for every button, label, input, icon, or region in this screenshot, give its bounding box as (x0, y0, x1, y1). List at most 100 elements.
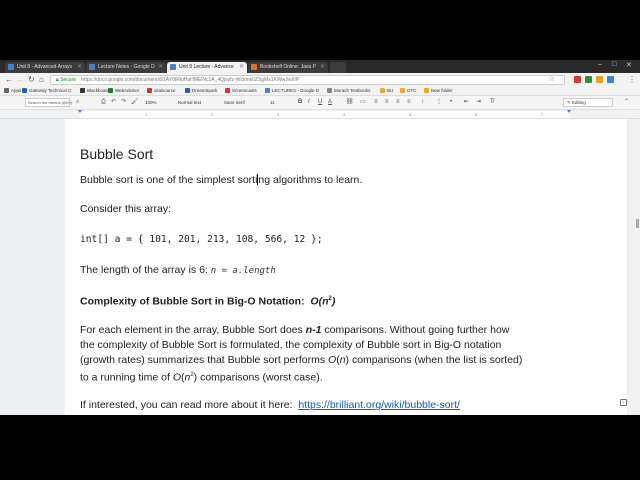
scrollbar-thumb[interactable] (636, 219, 639, 228)
address-toolbar: ← → ↻ ⌂ 🔒︎ Secure https://docs.google.co… (0, 73, 640, 87)
collapse-icon[interactable]: ⌃ (624, 99, 629, 106)
tab-close-icon[interactable]: ✕ (239, 63, 244, 70)
font-size-select[interactable]: 11 (270, 99, 275, 106)
forward-icon[interactable]: → (16, 75, 24, 85)
code-line: int[] a = { 101, 201, 213, 108, 566, 12 … (80, 234, 323, 245)
menu-icon[interactable]: ⋮ (628, 75, 636, 85)
extension-icon[interactable] (607, 76, 614, 83)
bookmark-favicon-icon (147, 88, 152, 93)
tab-unit9-lecture[interactable]: Unit 9 Lecture - Advance ✕ (167, 62, 247, 73)
explore-icon[interactable]: + (620, 399, 627, 406)
ruler-margin-area (80, 111, 570, 118)
style-select[interactable]: Normal text (178, 99, 201, 106)
bookmark-star-icon[interactable]: ☆ (548, 74, 555, 83)
bookmark-item[interactable]: WebAdvisor (108, 88, 139, 93)
vertical-scrollbar[interactable] (629, 119, 640, 415)
brilliant-link[interactable]: https://brilliant.org/wiki/bubble-sort/ (298, 399, 460, 411)
tab-lecture-notes[interactable]: Lecture Notes - Google D ✕ (86, 62, 166, 73)
search-icon[interactable]: ⌕ (76, 99, 79, 106)
justify-icon[interactable]: ≡ (407, 99, 411, 106)
menu-search-input[interactable]: Search the menus (Alt+/) (25, 98, 72, 107)
url-text: https://docs.google.com/document/d/1AY0t… (81, 77, 300, 83)
extension-icon[interactable] (585, 76, 592, 83)
bookmark-item[interactable]: DreamSpark (185, 88, 217, 93)
tab-favicon-icon (251, 64, 257, 70)
bookmark-item[interactable]: Gateway Technical C (22, 88, 71, 93)
align-right-icon[interactable]: ≡ (396, 99, 400, 106)
bookmark-item[interactable]: Screencasts (225, 88, 257, 93)
ruler-tick: 7 (541, 112, 544, 117)
bulleted-list-icon[interactable]: • (450, 99, 452, 106)
numbered-list-icon[interactable]: ⋮ (436, 99, 442, 106)
address-bar[interactable]: 🔒︎ Secure https://docs.google.com/docume… (50, 75, 565, 85)
bookmark-label: WebAdvisor (115, 88, 140, 93)
document-page[interactable]: Bubble Sort Bubble sort is one of the si… (65, 119, 627, 415)
align-center-icon[interactable]: ≡ (385, 99, 389, 106)
left-indent-marker-icon[interactable] (78, 110, 82, 113)
reload-icon[interactable]: ↻ (28, 75, 35, 85)
new-tab-button[interactable] (330, 62, 346, 73)
underline-icon[interactable]: U (318, 99, 322, 106)
font-select[interactable]: Sans Serif (224, 99, 245, 106)
bold-icon[interactable]: B (298, 99, 302, 106)
editing-mode-select[interactable]: ✎ Editing (563, 98, 613, 107)
tab-bookshelf[interactable]: Bookshelf Online: Java P ✕ (248, 62, 328, 73)
redo-icon[interactable]: ↷ (121, 99, 126, 106)
print-icon[interactable]: ⎙ (101, 99, 106, 106)
clear-formatting-icon[interactable]: T̸ (490, 99, 494, 106)
comment-icon[interactable]: ▭ (360, 99, 366, 106)
ruler-tick: 1 (145, 112, 148, 117)
doc-paragraph-line: the complexity of Bubble Sort is formula… (80, 339, 502, 351)
link-icon[interactable]: ⛓︎ (346, 99, 354, 106)
tab-close-icon[interactable]: ✕ (77, 63, 82, 70)
bookmark-label: Murach Textbooks (334, 88, 371, 93)
back-icon[interactable]: ← (5, 75, 13, 85)
tab-close-icon[interactable]: ✕ (158, 63, 163, 70)
math-expression: n = a.length (210, 266, 276, 276)
tab-favicon-icon (170, 64, 176, 70)
bookmarks-bar: Apps Gateway Technical C Blackboard WebA… (0, 87, 640, 96)
bookmark-label: vitalsource (154, 88, 176, 93)
bookmark-favicon-icon (108, 88, 113, 93)
bookmark-item[interactable]: LECTURES - Google D (265, 88, 319, 93)
undo-icon[interactable]: ↶ (111, 99, 116, 106)
doc-paragraph-line: (growth rates) summarizes that Bubble so… (80, 353, 522, 367)
decrease-indent-icon[interactable]: ⇤ (464, 99, 469, 106)
ruler: 1 2 3 4 5 6 7 (0, 110, 640, 119)
increase-indent-icon[interactable]: ⇥ (476, 99, 481, 106)
pencil-icon: ✎ (567, 100, 571, 105)
tab-unit8[interactable]: Unit 8 - Advanced Arrays ✕ (5, 62, 85, 73)
close-window-icon[interactable]: ✕ (626, 61, 632, 69)
tab-close-icon[interactable]: ✕ (320, 63, 325, 70)
bookmark-item[interactable]: Apps (4, 88, 21, 93)
folder-icon (400, 88, 405, 93)
right-indent-marker-icon[interactable] (567, 110, 571, 113)
italic-icon[interactable]: I (308, 99, 310, 106)
doc-paragraph-consider: Consider this array: (80, 203, 172, 215)
home-icon[interactable]: ⌂ (39, 75, 44, 85)
extension-icon[interactable] (574, 76, 581, 83)
line-spacing-icon[interactable]: ↕ (421, 99, 424, 106)
paint-format-icon[interactable]: 🖌︎ (131, 99, 139, 106)
bookmark-item[interactable]: Blackboard (80, 88, 110, 93)
bookmark-item[interactable]: vitalsource (147, 88, 176, 93)
bookmark-label: BU (387, 88, 394, 93)
lock-icon: 🔒︎ (56, 77, 59, 83)
zoom-select[interactable]: 100% (145, 99, 157, 106)
maximize-icon[interactable]: □ (612, 61, 616, 68)
minimize-icon[interactable]: – (598, 61, 602, 68)
extension-icon[interactable] (596, 76, 603, 83)
folder-icon (380, 88, 385, 93)
bookmark-label: Blackboard (87, 88, 110, 93)
text-color-icon[interactable]: A (328, 99, 332, 106)
text-run: Bubble sort is one of the simplest sorti (80, 174, 258, 186)
align-left-icon[interactable]: ≡ (374, 99, 378, 106)
tab-label: Bookshelf Online: Java P (260, 64, 316, 70)
bookmark-label: Apps (11, 88, 22, 93)
bookmark-folder[interactable]: GTC (400, 88, 417, 93)
bookmark-folder[interactable]: New folder (424, 88, 453, 93)
bookmark-folder[interactable]: BU (380, 88, 393, 93)
ruler-tick: 3 (277, 112, 280, 117)
text-run: (growth rates) summarizes that Bubble so… (80, 354, 329, 366)
bookmark-item[interactable]: Murach Textbooks (327, 88, 370, 93)
